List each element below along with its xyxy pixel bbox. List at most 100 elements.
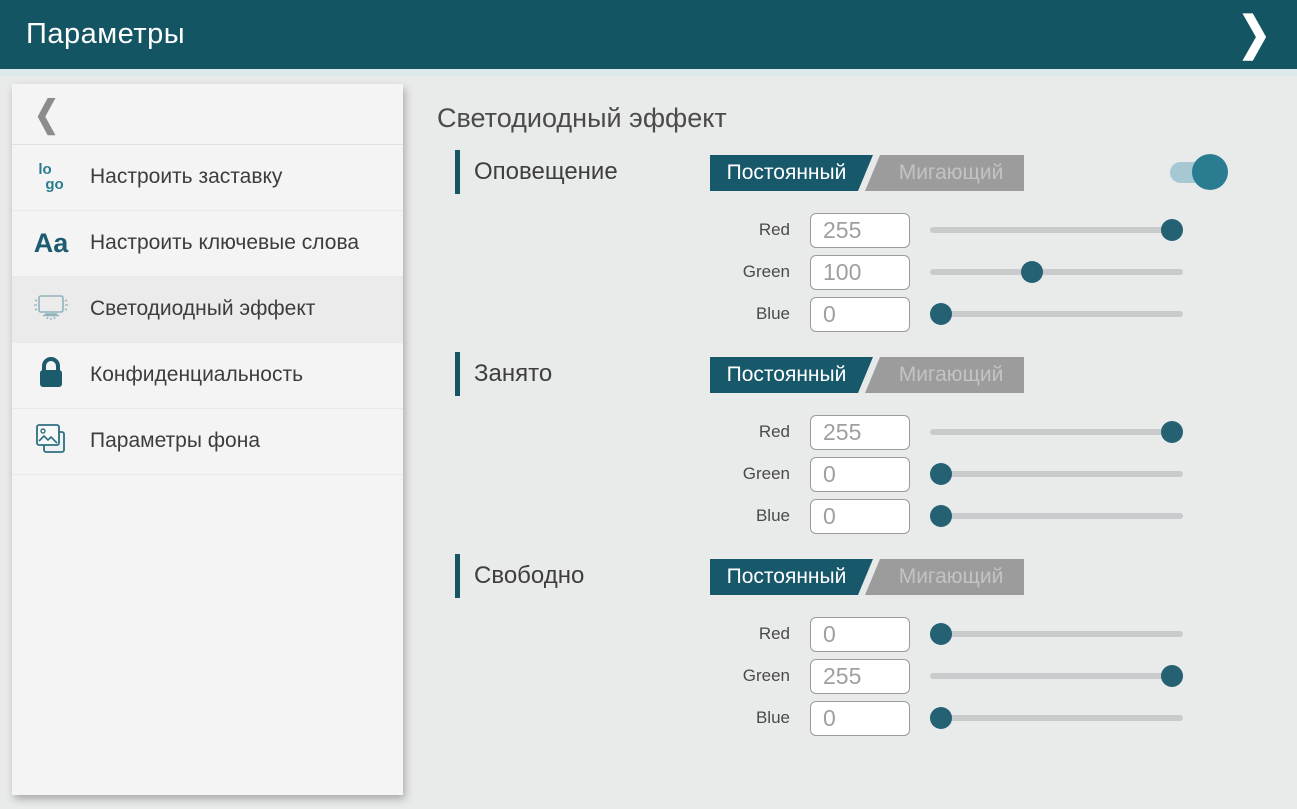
channel-label: Blue xyxy=(708,506,790,526)
slider-track[interactable] xyxy=(930,715,1183,721)
lock-icon xyxy=(34,355,68,396)
sidebar-item[interactable]: Aa Настроить ключевые слова xyxy=(12,211,403,277)
led-section: Оповещение Постоянный Мигающий Red Green… xyxy=(437,150,1297,332)
mode-option-blinking[interactable]: Мигающий xyxy=(878,155,1024,191)
sidebar-item[interactable]: Светодиодный эффект xyxy=(12,277,403,343)
slider-thumb[interactable] xyxy=(930,505,952,527)
channel-slider[interactable] xyxy=(930,212,1183,248)
channel-label: Red xyxy=(708,624,790,644)
channel-row: Green xyxy=(708,456,1297,492)
mode-segmented-control: Постоянный Мигающий xyxy=(710,357,1024,393)
channel-slider[interactable] xyxy=(930,456,1183,492)
background-image-icon xyxy=(32,421,70,462)
slider-track[interactable] xyxy=(930,471,1183,477)
mode-segmented-control: Постоянный Мигающий xyxy=(710,559,1024,595)
channel-value-input[interactable] xyxy=(810,701,910,736)
channel-row: Blue xyxy=(708,700,1297,736)
slider-track[interactable] xyxy=(930,269,1183,275)
logo-icon: logo xyxy=(38,163,63,192)
slider-thumb[interactable] xyxy=(1021,261,1043,283)
channel-slider[interactable] xyxy=(930,254,1183,290)
page-title: Параметры xyxy=(26,18,185,51)
channel-value-input[interactable] xyxy=(810,415,910,450)
sidebar-item-label: Настроить заставку xyxy=(90,164,282,190)
channel-slider[interactable] xyxy=(930,658,1183,694)
sidebar-item[interactable]: Конфиденциальность xyxy=(12,343,403,409)
channel-value-input[interactable] xyxy=(810,457,910,492)
channel-label: Red xyxy=(708,422,790,442)
slider-thumb[interactable] xyxy=(1161,665,1183,687)
section-accent-bar xyxy=(455,352,460,396)
app-header: Параметры ❯ xyxy=(0,0,1297,69)
led-monitor-icon xyxy=(31,290,71,329)
sidebar-item-label: Конфиденциальность xyxy=(90,362,303,388)
slider-thumb[interactable] xyxy=(1161,219,1183,241)
channel-value-input[interactable] xyxy=(810,213,910,248)
main-content: Светодиодный эффект Оповещение Постоянны… xyxy=(437,76,1297,809)
section-label: Оповещение xyxy=(474,158,618,186)
channel-slider[interactable] xyxy=(930,296,1183,332)
sidebar-collapse-button[interactable]: ❮ xyxy=(12,84,403,145)
channel-label: Red xyxy=(708,220,790,240)
channel-label: Green xyxy=(708,666,790,686)
section-label: Свободно xyxy=(474,562,584,590)
channel-rows: Red Green Blue xyxy=(437,616,1297,736)
header-divider xyxy=(0,69,1297,76)
led-section: Свободно Постоянный Мигающий Red Green B… xyxy=(437,554,1297,736)
channel-value-input[interactable] xyxy=(810,499,910,534)
mode-option-blinking[interactable]: Мигающий xyxy=(878,559,1024,595)
toggle-knob xyxy=(1192,154,1228,190)
channel-row: Red xyxy=(708,414,1297,450)
section-header: Свободно Постоянный Мигающий xyxy=(437,554,1297,598)
channel-row: Blue xyxy=(708,296,1297,332)
led-section: Занято Постоянный Мигающий Red Green Blu… xyxy=(437,352,1297,534)
slider-track[interactable] xyxy=(930,513,1183,519)
slider-thumb[interactable] xyxy=(930,623,952,645)
slider-track[interactable] xyxy=(930,311,1183,317)
channel-row: Red xyxy=(708,616,1297,652)
section-enable-toggle[interactable] xyxy=(1170,154,1228,190)
slider-thumb[interactable] xyxy=(930,463,952,485)
channel-value-input[interactable] xyxy=(810,297,910,332)
channel-slider[interactable] xyxy=(930,498,1183,534)
mode-option-constant[interactable]: Постоянный xyxy=(710,559,873,595)
channel-label: Blue xyxy=(708,304,790,324)
channel-slider[interactable] xyxy=(930,414,1183,450)
sections-container: Оповещение Постоянный Мигающий Red Green… xyxy=(437,150,1297,736)
channel-rows: Red Green Blue xyxy=(437,212,1297,332)
slider-track[interactable] xyxy=(930,631,1183,637)
channel-slider[interactable] xyxy=(930,616,1183,652)
channel-row: Green xyxy=(708,658,1297,694)
slider-track[interactable] xyxy=(930,673,1183,679)
sidebar-item-label: Светодиодный эффект xyxy=(90,296,315,322)
sidebar: ❮ logo Настроить заставку Aa Настроить к… xyxy=(12,84,403,795)
channel-value-input[interactable] xyxy=(810,255,910,290)
channel-label: Green xyxy=(708,262,790,282)
channel-value-input[interactable] xyxy=(810,659,910,694)
mode-option-constant[interactable]: Постоянный xyxy=(710,357,873,393)
channel-row: Blue xyxy=(708,498,1297,534)
section-accent-bar xyxy=(455,150,460,194)
channel-rows: Red Green Blue xyxy=(437,414,1297,534)
keywords-icon: Aa xyxy=(34,230,69,257)
slider-track[interactable] xyxy=(930,227,1183,233)
section-accent-bar xyxy=(455,554,460,598)
main-title: Светодиодный эффект xyxy=(437,103,1297,134)
mode-option-blinking[interactable]: Мигающий xyxy=(878,357,1024,393)
channel-value-input[interactable] xyxy=(810,617,910,652)
channel-label: Green xyxy=(708,464,790,484)
mode-option-constant[interactable]: Постоянный xyxy=(710,155,873,191)
sidebar-item[interactable]: logo Настроить заставку xyxy=(12,145,403,211)
slider-thumb[interactable] xyxy=(1161,421,1183,443)
channel-label: Blue xyxy=(708,708,790,728)
section-header: Занято Постоянный Мигающий xyxy=(437,352,1297,396)
slider-thumb[interactable] xyxy=(930,707,952,729)
sidebar-item-label: Параметры фона xyxy=(90,428,260,454)
sidebar-menu: logo Настроить заставку Aa Настроить клю… xyxy=(12,145,403,475)
mode-segmented-control: Постоянный Мигающий xyxy=(710,155,1024,191)
sidebar-item[interactable]: Параметры фона xyxy=(12,409,403,475)
slider-track[interactable] xyxy=(930,429,1183,435)
forward-chevron-icon[interactable]: ❯ xyxy=(1237,0,1271,74)
slider-thumb[interactable] xyxy=(930,303,952,325)
channel-slider[interactable] xyxy=(930,700,1183,736)
